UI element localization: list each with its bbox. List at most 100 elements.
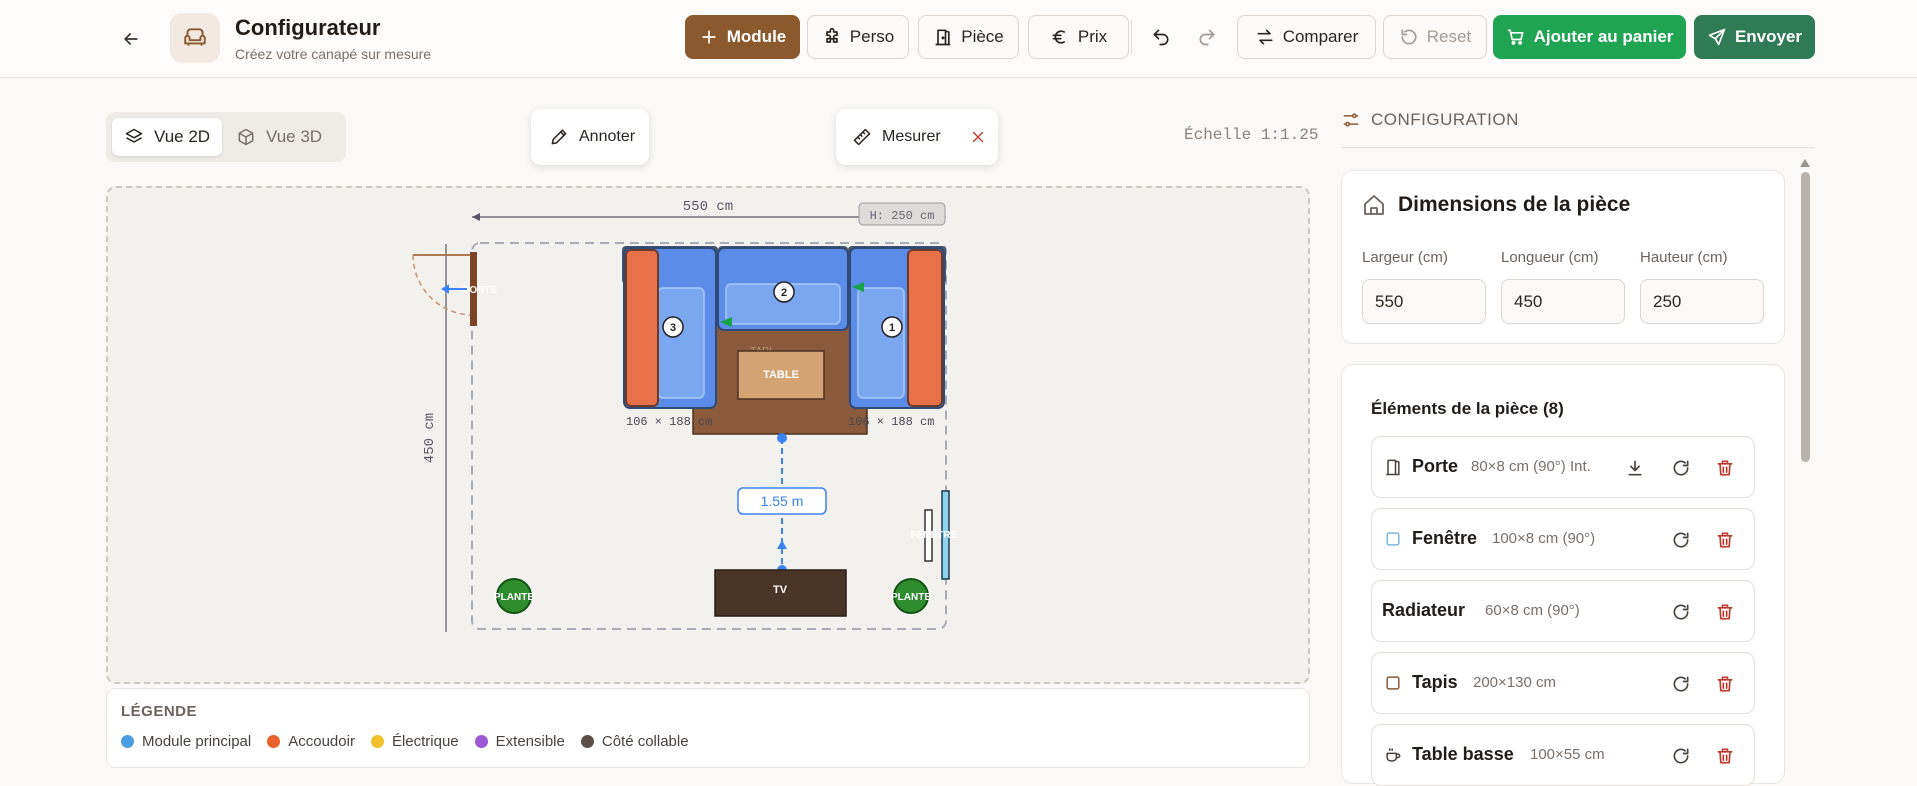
room-elements-card: Éléments de la pièce (8) Porte 80×8 cm (…	[1341, 364, 1785, 786]
rotate-button[interactable]	[1668, 671, 1694, 697]
trash-icon	[1717, 676, 1733, 692]
window-icon	[1383, 529, 1403, 549]
app-logo	[170, 13, 220, 63]
sliders-icon	[1343, 113, 1359, 127]
list-item[interactable]: Radiateur 60×8 cm (90°)	[1371, 580, 1755, 642]
armrest-right[interactable]	[907, 249, 943, 407]
send-button[interactable]: Envoyer	[1694, 15, 1815, 59]
trash-icon	[1717, 460, 1733, 476]
compare-button[interactable]: Comparer	[1237, 15, 1376, 59]
delete-button[interactable]	[1712, 599, 1738, 625]
cube-icon	[238, 128, 254, 146]
height-label: 450 cm	[422, 413, 438, 463]
width-arrow-left	[472, 213, 480, 221]
list-item[interactable]: Porte 80×8 cm (90°) Int.	[1371, 436, 1755, 498]
cart-icon	[1507, 29, 1524, 45]
close-measure-button[interactable]	[966, 125, 990, 149]
rotate-button[interactable]	[1668, 527, 1694, 553]
room-width-input[interactable]	[1362, 279, 1486, 324]
tv-label: TV	[773, 584, 788, 596]
back-button[interactable]	[114, 22, 148, 56]
perso-button[interactable]: Perso	[807, 15, 909, 59]
add-to-cart-button[interactable]: Ajouter au panier	[1493, 15, 1686, 59]
list-item[interactable]: Tapis 200×130 cm	[1371, 652, 1755, 714]
rotate-button[interactable]	[1668, 599, 1694, 625]
scroll-up-icon	[1800, 159, 1810, 167]
delete-button[interactable]	[1712, 671, 1738, 697]
module-2-number: 2	[781, 287, 787, 299]
room-dimensions-title: Dimensions de la pièce	[1362, 193, 1630, 217]
distance-handle-top[interactable]	[777, 433, 787, 443]
close-icon	[972, 131, 984, 143]
legend-item-module: Module principal	[121, 733, 251, 750]
legend-item-extensible: Extensible	[474, 733, 565, 750]
page-title: Configurateur	[235, 15, 381, 40]
home-icon	[1364, 195, 1384, 215]
reset-button[interactable]: Reset	[1383, 15, 1487, 59]
scale-indicator: Échelle 1:1.25	[1184, 126, 1319, 144]
module-3-number: 3	[670, 322, 676, 334]
room-length-input[interactable]	[1501, 279, 1625, 324]
rotate-icon	[1673, 460, 1689, 476]
delete-button[interactable]	[1712, 455, 1738, 481]
reset-icon	[1401, 29, 1417, 45]
undo-icon	[1153, 29, 1169, 46]
coffee-icon	[1383, 745, 1403, 765]
redo-icon	[1199, 29, 1215, 46]
delete-button[interactable]	[1712, 527, 1738, 553]
legend-item-armrest: Accoudoir	[267, 733, 355, 750]
tab-2d-view[interactable]: Vue 2D	[112, 118, 223, 156]
module-3-seat	[657, 287, 705, 399]
prix-button[interactable]: Prix	[1028, 15, 1129, 59]
distance-label: 1.55 m	[761, 493, 804, 509]
redo-button[interactable]	[1192, 15, 1222, 59]
annotate-button[interactable]: Annoter	[531, 109, 649, 165]
swap-icon	[1257, 29, 1273, 45]
list-item[interactable]: Table basse 100×55 cm	[1371, 724, 1755, 786]
legend-title: LÉGENDE	[121, 703, 198, 720]
view-toggle: Vue 2D Vue 3D	[106, 112, 346, 162]
move-inside-button[interactable]	[1622, 455, 1648, 481]
legend-dot	[121, 735, 134, 748]
trash-icon	[1717, 604, 1733, 620]
euro-icon	[1052, 30, 1065, 44]
door-label: PORTE	[463, 285, 498, 296]
panel-divider	[1341, 147, 1815, 148]
legend-dot	[580, 735, 594, 748]
rotate-icon	[1673, 676, 1689, 692]
floor-plan-canvas[interactable]: 550 cm H: 250 cm 450 cm PORTE TAPI	[106, 186, 1310, 684]
module-left-dimensions: 106 × 188 cm	[626, 415, 712, 429]
rotate-icon	[1673, 748, 1689, 764]
armrest-left[interactable]	[625, 249, 659, 407]
trash-icon	[1717, 532, 1733, 548]
puzzle-icon	[825, 27, 838, 43]
distance-arrow	[777, 540, 787, 549]
width-field-label: Largeur (cm)	[1362, 249, 1448, 266]
plus-icon	[702, 30, 716, 44]
undo-button[interactable]	[1146, 15, 1176, 59]
rotate-button[interactable]	[1668, 455, 1694, 481]
pencil-icon	[551, 129, 567, 145]
add-module-button[interactable]: Module	[685, 15, 800, 59]
measure-button[interactable]: Mesurer	[882, 128, 941, 146]
room-height-input[interactable]	[1640, 279, 1764, 324]
legend-dot	[267, 735, 281, 748]
module-1-number: 1	[889, 322, 895, 334]
delete-button[interactable]	[1712, 743, 1738, 769]
legend-dot	[370, 735, 384, 748]
height-field-label: Hauteur (cm)	[1640, 249, 1728, 266]
rotate-button[interactable]	[1668, 743, 1694, 769]
piece-button[interactable]: Pièce	[918, 15, 1019, 59]
room-dimensions-card: Dimensions de la pièce Largeur (cm) Long…	[1341, 170, 1785, 344]
panel-scroll-thumb[interactable]	[1801, 172, 1810, 462]
window-label: FENÊTRE	[911, 528, 958, 541]
layers-icon	[125, 128, 143, 143]
module-right-dimensions: 106 × 188 cm	[848, 415, 934, 429]
legend-items: Module principal Accoudoir Électrique Ex…	[121, 733, 689, 750]
door-icon	[935, 29, 951, 46]
tab-3d-view[interactable]: Vue 3D	[224, 118, 334, 156]
list-item[interactable]: Fenêtre 100×8 cm (90°)	[1371, 508, 1755, 570]
trash-icon	[1717, 748, 1733, 764]
legend-item-electric: Électrique	[370, 733, 459, 750]
legend: LÉGENDE Module principal Accoudoir Élect…	[106, 688, 1310, 768]
